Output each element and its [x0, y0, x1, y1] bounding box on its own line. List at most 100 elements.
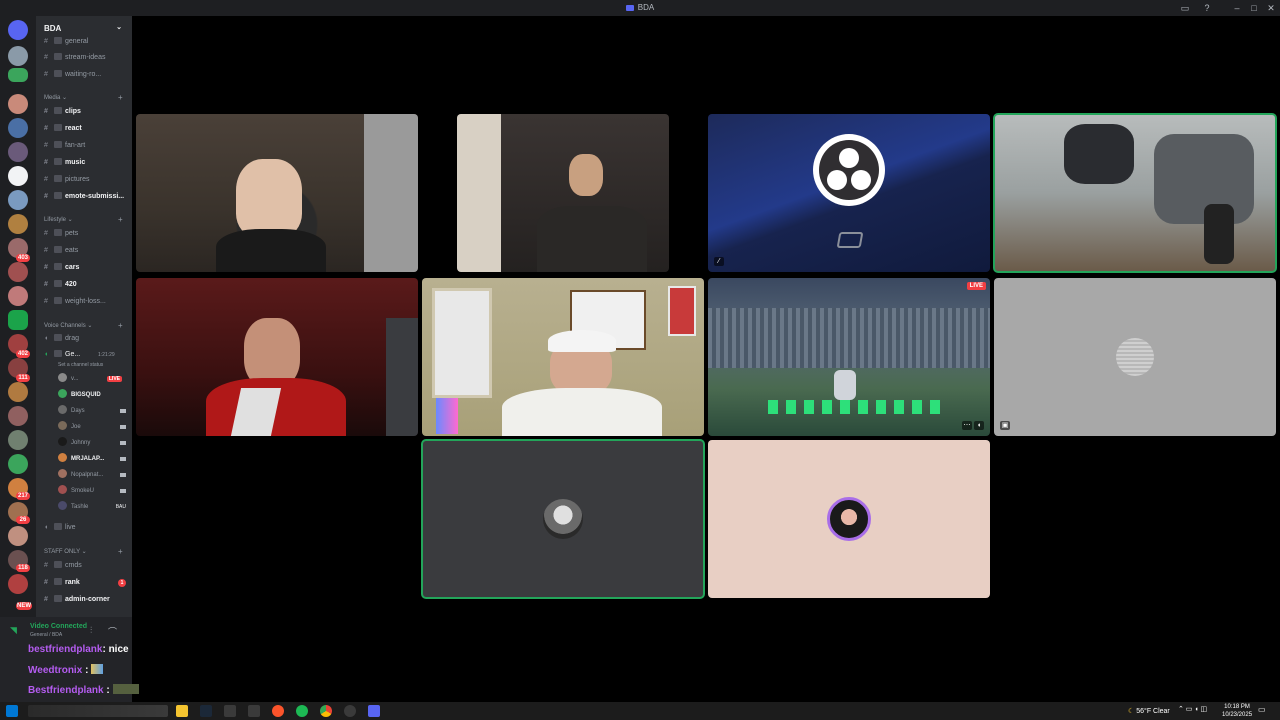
add-channel-icon[interactable]: + — [118, 547, 123, 556]
server-icon[interactable] — [8, 574, 28, 594]
app-icon[interactable] — [224, 705, 236, 717]
video-tile[interactable]: LIVE ⋯ ◖ — [708, 278, 990, 436]
channel-item[interactable]: # admin-corner — [44, 594, 128, 606]
steam-icon[interactable] — [200, 705, 212, 717]
start-icon[interactable] — [6, 705, 18, 717]
category-voice[interactable]: Voice Channels ⌄ + — [44, 321, 123, 330]
voice-user[interactable]: Tashle BAU — [58, 501, 130, 513]
voice-user[interactable]: Days — [58, 405, 130, 417]
clock-date: 10/23/2025 — [1222, 712, 1253, 718]
server-icon[interactable] — [8, 454, 28, 474]
server-icon[interactable] — [8, 262, 28, 282]
channel-item[interactable]: # cmds — [44, 560, 128, 572]
server-icon[interactable] — [8, 118, 28, 138]
add-channel-icon[interactable]: + — [118, 93, 123, 102]
server-icon[interactable] — [8, 430, 28, 450]
voice-user[interactable]: MRJALAP... — [58, 453, 130, 465]
voice-user[interactable]: SmokeU — [58, 485, 130, 497]
channel-item[interactable]: # weight-loss... — [44, 296, 128, 308]
server-icon[interactable] — [8, 166, 28, 186]
channel-status-hint[interactable]: Set a channel status — [58, 359, 132, 371]
server-icon[interactable] — [8, 286, 28, 306]
video-tile[interactable]: ⁄ — [708, 114, 990, 272]
channel-item[interactable]: # react — [44, 123, 128, 135]
spotify-icon[interactable] — [296, 705, 308, 717]
channel-item[interactable]: # waiting-ro... — [44, 69, 128, 81]
video-tile[interactable] — [136, 114, 418, 272]
voice-channel-drag[interactable]: ◖ drag — [44, 333, 128, 345]
server-icon[interactable] — [8, 310, 28, 330]
channel-item[interactable]: #420 — [44, 279, 128, 291]
search-bar[interactable] — [28, 705, 168, 717]
server-icon[interactable] — [8, 526, 28, 546]
video-tile[interactable] — [422, 278, 704, 436]
hat — [548, 330, 616, 352]
clock-time: 10:18 PM — [1224, 704, 1250, 710]
category-media[interactable]: Media ⌄ + — [44, 93, 123, 102]
voice-username: Days — [71, 408, 85, 414]
chrome-icon[interactable] — [320, 705, 332, 717]
voice-user[interactable]: Nopalpnat... — [58, 469, 130, 481]
channel-item[interactable]: # music — [44, 157, 128, 169]
voice-user[interactable]: Johnny — [58, 437, 130, 449]
more-icon[interactable]: ⋯ — [962, 421, 972, 430]
voice-user[interactable]: Joe — [58, 421, 130, 433]
minimize-button[interactable]: – — [1230, 2, 1244, 14]
voice-location[interactable]: General / BDA — [30, 632, 62, 638]
settings-icon[interactable] — [248, 705, 260, 717]
channel-item[interactable]: # stream-ideas — [44, 52, 128, 64]
server-icon[interactable] — [8, 406, 28, 426]
video-tile[interactable]: ▣ — [994, 278, 1276, 436]
home-icon[interactable] — [8, 20, 28, 40]
voice-user[interactable]: v... LIVE — [58, 373, 130, 385]
channel-item[interactable]: # cars — [44, 262, 128, 274]
video-tile[interactable] — [993, 113, 1277, 273]
server-icon[interactable] — [8, 68, 28, 82]
video-tile[interactable] — [421, 439, 705, 599]
channel-item[interactable]: # pictures — [44, 174, 128, 186]
channel-item[interactable]: # clips — [44, 106, 128, 118]
chat-username: Weedtronix — [28, 665, 83, 676]
voice-status[interactable]: Video Connected — [30, 623, 87, 630]
help-icon[interactable]: ? — [1200, 2, 1214, 14]
add-channel-icon[interactable]: + — [118, 321, 123, 330]
weather-widget[interactable]: ☾ 56°F Clear — [1128, 707, 1170, 715]
inbox-icon[interactable]: ▭ — [1178, 2, 1192, 14]
channel-item[interactable]: # eats — [44, 245, 128, 257]
server-name: BDA — [44, 24, 62, 33]
brave-icon[interactable] — [272, 705, 284, 717]
voice-user[interactable]: BIGSQUID — [58, 389, 130, 401]
noise-suppression-icon[interactable]: ⫶ — [90, 625, 92, 636]
notification-icon[interactable]: ▭ — [1258, 705, 1268, 717]
server-icon[interactable] — [8, 214, 28, 234]
server-icon[interactable] — [8, 142, 28, 162]
maximize-button[interactable]: □ — [1247, 2, 1261, 14]
channel-item[interactable]: # emote-submissi... — [44, 191, 128, 203]
tray-icons[interactable]: ⌃ ▭ ◖ ◫ — [1178, 705, 1218, 717]
server-icon[interactable] — [8, 46, 28, 66]
close-button[interactable]: ✕ — [1264, 2, 1278, 14]
channel-item[interactable]: # general — [44, 36, 128, 48]
voice-channel-live[interactable]: ◖ live — [44, 522, 128, 534]
obs-icon[interactable] — [344, 705, 356, 717]
video-tile[interactable] — [457, 114, 669, 272]
volume-icon[interactable]: ◖ — [974, 421, 984, 430]
channel-item[interactable]: # fan-art — [44, 140, 128, 152]
video-tile[interactable] — [708, 440, 990, 598]
server-icon[interactable] — [8, 190, 28, 210]
server-icon[interactable] — [8, 382, 28, 402]
person-face — [236, 159, 302, 237]
channel-item[interactable]: # pets — [44, 228, 128, 240]
add-channel-icon[interactable]: + — [118, 215, 123, 224]
category-label: STAFF ONLY — [44, 549, 81, 555]
category-lifestyle[interactable]: Lifestyle ⌄ + — [44, 215, 123, 224]
disconnect-icon[interactable]: ⌒ — [108, 625, 117, 638]
channel-item[interactable]: # rank 1 — [44, 577, 128, 589]
discord-icon[interactable] — [368, 705, 380, 717]
category-staff[interactable]: STAFF ONLY ⌄ + — [44, 547, 123, 556]
video-tile[interactable] — [136, 278, 418, 436]
stream-icon[interactable]: ▣ — [1000, 421, 1010, 430]
server-icon[interactable] — [8, 94, 28, 114]
file-explorer-icon[interactable] — [176, 705, 188, 717]
clock[interactable]: 10:18 PM 10/23/2025 — [1222, 703, 1252, 719]
